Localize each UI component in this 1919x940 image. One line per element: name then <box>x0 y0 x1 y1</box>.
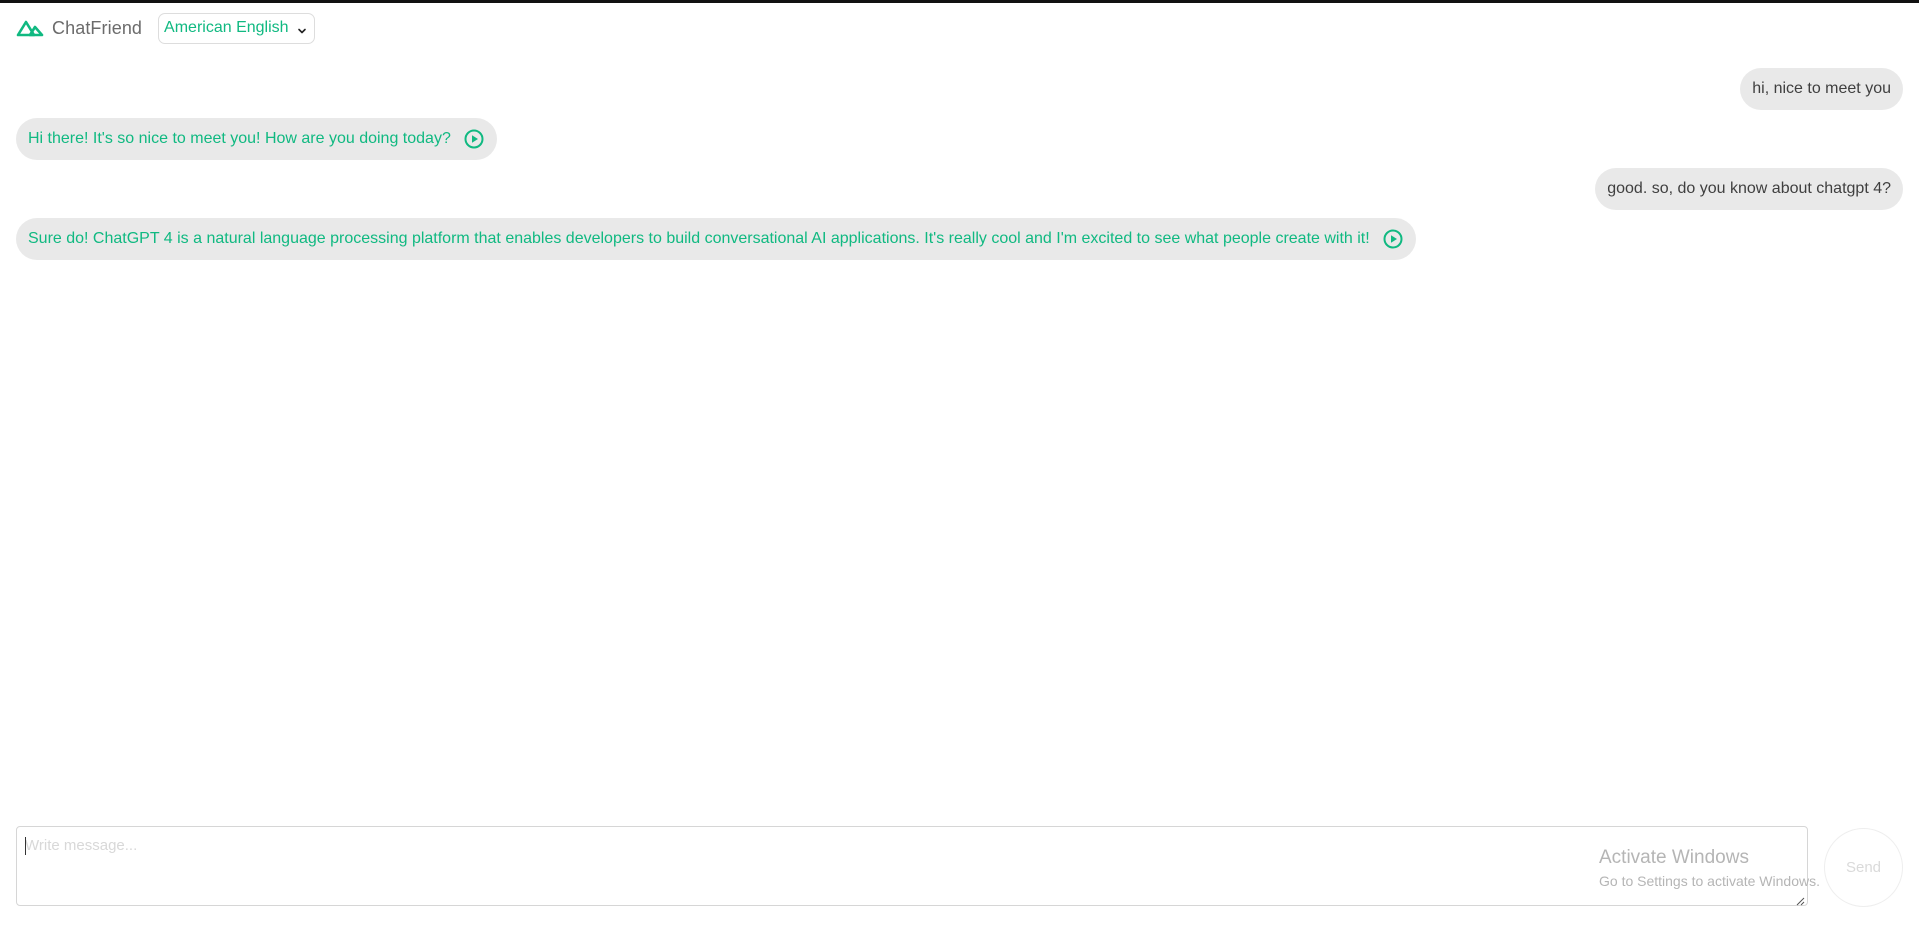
assistant-message-bubble: Hi there! It's so nice to meet you! How … <box>16 118 497 160</box>
play-circle-icon[interactable] <box>1382 228 1404 250</box>
message-row-assistant: Hi there! It's so nice to meet you! How … <box>16 118 1903 160</box>
resize-grip-icon[interactable] <box>1795 893 1805 906</box>
assistant-message-bubble: Sure do! ChatGPT 4 is a natural language… <box>16 218 1416 260</box>
user-message-bubble: good. so, do you know about chatgpt 4? <box>1595 168 1903 210</box>
language-select[interactable]: American English <box>158 12 315 44</box>
user-message-bubble: hi, nice to meet you <box>1740 68 1903 110</box>
message-text: hi, nice to meet you <box>1752 80 1891 97</box>
window-top-border <box>0 0 1919 3</box>
activate-windows-watermark: Activate Windows Go to Settings to activ… <box>1599 846 1820 891</box>
message-text: good. so, do you know about chatgpt 4? <box>1607 180 1891 197</box>
message-composer <box>16 826 1808 906</box>
mountain-logo-icon <box>16 18 44 38</box>
message-text: Sure do! ChatGPT 4 is a natural language… <box>28 230 1370 247</box>
app-header: ChatFriend American English <box>16 12 315 44</box>
chevron-down-icon <box>297 23 307 34</box>
message-row-assistant: Sure do! ChatGPT 4 is a natural language… <box>16 218 1903 260</box>
watermark-subtitle: Go to Settings to activate Windows. <box>1599 873 1820 889</box>
language-select-value: American English <box>164 19 289 36</box>
chat-thread: hi, nice to meet you Hi there! It's so n… <box>16 68 1903 268</box>
message-row-user: hi, nice to meet you <box>16 68 1903 110</box>
app-logo[interactable]: ChatFriend <box>16 18 142 39</box>
brand-name: ChatFriend <box>52 17 143 38</box>
message-input[interactable] <box>17 827 1807 905</box>
watermark-title: Activate Windows <box>1599 847 1749 868</box>
send-button[interactable]: Send <box>1824 828 1903 907</box>
text-cursor <box>25 837 26 855</box>
play-circle-icon[interactable] <box>463 128 485 150</box>
message-text: Hi there! It's so nice to meet you! How … <box>28 130 451 147</box>
message-row-user: good. so, do you know about chatgpt 4? <box>16 168 1903 210</box>
